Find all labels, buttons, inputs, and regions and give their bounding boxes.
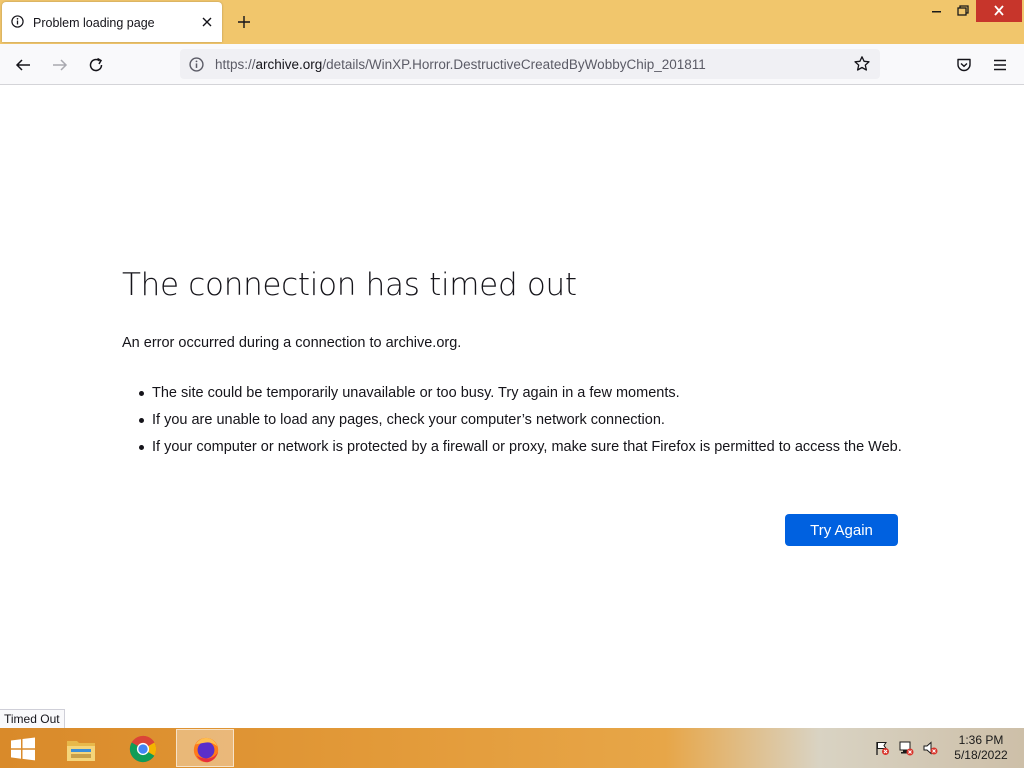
forward-arrow-icon[interactable]	[51, 56, 69, 74]
list-item: If you are unable to load any pages, che…	[139, 410, 932, 430]
error-title: The connection has timed out	[122, 267, 577, 303]
windows-start-icon[interactable]	[8, 736, 38, 762]
status-text: Timed Out	[0, 709, 65, 730]
url-prefix: https://	[215, 57, 256, 72]
restore-button[interactable]	[948, 0, 976, 22]
taskbar: 1:36 PM 5/18/2022	[0, 728, 1024, 768]
error-page: The connection has timed out An error oc…	[0, 85, 1024, 728]
site-info-icon[interactable]	[189, 57, 204, 72]
taskbar-chrome[interactable]	[114, 729, 172, 767]
list-item: The site could be temporarily unavailabl…	[139, 383, 932, 403]
screen: Problem loading page https://archive.org…	[0, 0, 1024, 768]
bookmark-star-icon[interactable]	[853, 55, 871, 73]
error-suggestions-list: The site could be temporarily unavailabl…	[122, 383, 932, 464]
file-explorer-icon	[67, 741, 95, 761]
navigation-toolbar: https://archive.org/details/WinXP.Horror…	[0, 44, 1024, 85]
list-item: If your computer or network is protected…	[139, 437, 932, 457]
action-center-flag-icon[interactable]	[874, 740, 890, 756]
taskbar-file-explorer[interactable]	[52, 729, 110, 767]
url-host: archive.org	[255, 57, 323, 72]
volume-muted-icon[interactable]	[922, 740, 938, 756]
pocket-icon[interactable]	[955, 56, 973, 74]
clock-time: 1:36 PM	[958, 733, 1004, 747]
tab-problem-loading[interactable]: Problem loading page	[2, 2, 222, 42]
back-arrow-icon[interactable]	[14, 56, 32, 74]
error-description: An error occurred during a connection to…	[122, 335, 462, 351]
hamburger-menu-icon[interactable]	[991, 56, 1009, 74]
minimize-button[interactable]	[922, 0, 950, 22]
taskbar-firefox[interactable]	[176, 729, 234, 767]
network-icon[interactable]	[898, 740, 914, 756]
url-path: /details/WinXP.Horror.DestructiveCreated…	[322, 57, 706, 72]
clock-date: 5/18/2022	[954, 748, 1008, 762]
info-icon	[11, 15, 24, 28]
close-tab-icon[interactable]	[200, 15, 214, 29]
close-window-button[interactable]	[976, 0, 1022, 22]
tab-title: Problem loading page	[33, 16, 155, 30]
chrome-icon	[129, 735, 157, 763]
new-tab-icon[interactable]	[236, 14, 252, 30]
url-bar[interactable]: https://archive.org/details/WinXP.Horror…	[180, 49, 880, 79]
reload-icon[interactable]	[87, 56, 105, 74]
try-again-button[interactable]: Try Again	[785, 514, 898, 546]
system-clock[interactable]: 1:36 PM 5/18/2022	[948, 733, 1014, 763]
firefox-icon	[193, 737, 219, 763]
url-text[interactable]: https://archive.org/details/WinXP.Horror…	[215, 57, 706, 72]
tab-strip: Problem loading page	[0, 0, 1024, 44]
